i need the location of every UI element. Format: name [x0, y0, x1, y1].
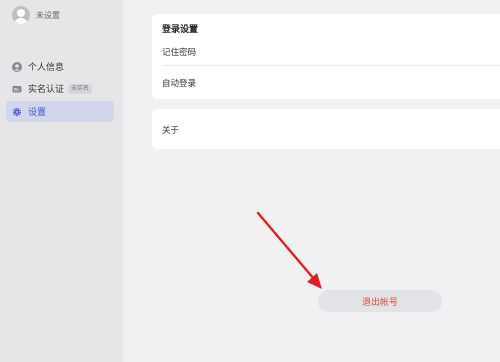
- login-settings-card: 登录设置 记住密码 自动登录: [152, 14, 500, 99]
- auto-login-option[interactable]: 自动登录: [162, 77, 196, 89]
- section-title: 登录设置: [162, 25, 199, 35]
- avatar[interactable]: [12, 6, 30, 24]
- about-option[interactable]: 关于: [162, 124, 179, 136]
- sidebar-item-label: 设置: [28, 108, 47, 118]
- user-profile[interactable]: 未设置: [12, 5, 60, 25]
- id-card-icon: [12, 84, 22, 94]
- gear-icon: [12, 107, 22, 117]
- person-icon: [12, 61, 22, 72]
- logout-button[interactable]: 退出帐号: [318, 290, 442, 312]
- sidebar: 未设置 个人信息 实名认证 未实名 设置: [0, 0, 123, 362]
- sidebar-item-real-name-auth[interactable]: 实名认证 未实名: [6, 78, 114, 99]
- sidebar-item-label: 个人信息: [28, 63, 65, 73]
- status-badge: 未实名: [68, 83, 93, 94]
- remember-password-option[interactable]: 记住密码: [162, 46, 196, 58]
- about-card[interactable]: 关于: [152, 109, 500, 149]
- username: 未设置: [36, 10, 60, 20]
- sidebar-item-personal-info[interactable]: 个人信息: [6, 56, 114, 77]
- divider: [162, 65, 500, 66]
- sidebar-item-label: 实名认证: [28, 85, 65, 95]
- sidebar-item-settings[interactable]: 设置: [6, 101, 114, 122]
